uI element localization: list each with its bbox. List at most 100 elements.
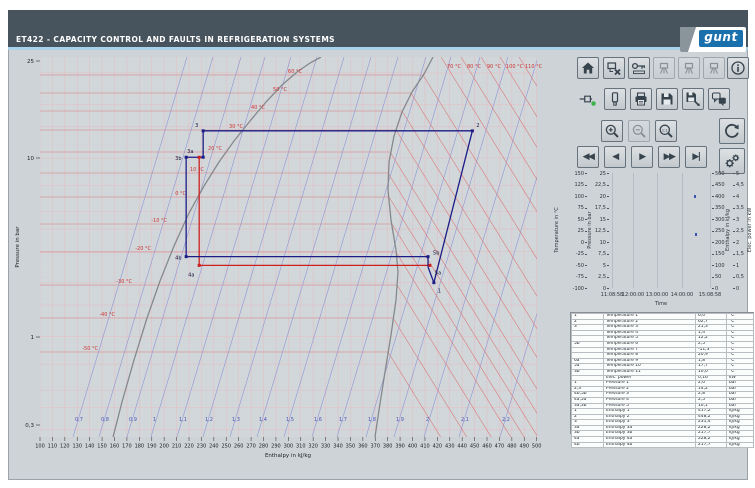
language-icon xyxy=(711,91,727,107)
pressure-tickmark xyxy=(607,219,609,220)
measurement-table-grid: 1Temperature 16,0°C2Temperature 262,7°C3… xyxy=(571,313,754,448)
isotherm-label: -40 °C xyxy=(99,312,115,318)
elec-power-tick: 0 xyxy=(736,286,755,292)
svg-text:450: 450 xyxy=(470,444,480,450)
cycle-point-marker xyxy=(202,156,205,159)
cycle-point-marker xyxy=(198,156,201,159)
svg-text:370: 370 xyxy=(370,444,380,450)
media-rewind-button[interactable]: ◀◀ xyxy=(577,146,599,168)
svg-text:440: 440 xyxy=(457,444,467,450)
pressure-tick: 25 xyxy=(582,171,606,177)
enthalpy-tickmark xyxy=(712,265,714,266)
unit-cell: kJ/kg xyxy=(727,442,754,448)
svg-text:500: 500 xyxy=(532,444,542,450)
ph-x-axis-title: Enthalpy in kJ/kg xyxy=(265,453,311,459)
cycle-point-marker xyxy=(185,255,188,258)
zoom-in-button[interactable] xyxy=(601,120,623,142)
logo-wordmark: gunt xyxy=(699,30,743,47)
cycle-point-marker xyxy=(202,129,205,132)
svg-text:160: 160 xyxy=(110,444,120,450)
info-button[interactable] xyxy=(727,57,749,79)
media-forward-icon: ▶▶ xyxy=(664,152,675,162)
pressure-tickmark xyxy=(607,185,609,186)
elec-power-tickmark xyxy=(733,254,735,255)
save-as-button[interactable] xyxy=(682,88,704,110)
enthalpy-axis-title: Enthalpy in kJ/kg xyxy=(725,175,731,285)
svg-text:490: 490 xyxy=(519,444,529,450)
svg-text:430: 430 xyxy=(445,444,455,450)
printer-button[interactable] xyxy=(630,88,652,110)
temperature-tick: 75 xyxy=(560,205,584,211)
svg-text:460: 460 xyxy=(482,444,492,450)
isotherm-label: 70 °C xyxy=(447,64,461,70)
pressure-tickmark xyxy=(607,265,609,266)
zoom-out-button xyxy=(628,120,650,142)
isotherm-label: 80 °C xyxy=(467,64,481,70)
isotherm-label: 10 °C xyxy=(190,167,204,173)
svg-text:230: 230 xyxy=(197,444,207,450)
svg-text:380: 380 xyxy=(383,444,393,450)
pressure-tick: 0 xyxy=(582,286,606,292)
isotherm-label: -10 °C xyxy=(151,218,167,224)
key-password-button[interactable] xyxy=(628,57,650,79)
isentrope-label: 0,8 xyxy=(101,417,109,423)
elec-power-tickmark xyxy=(733,185,735,186)
pressure-tick: 2,5 xyxy=(582,274,606,280)
svg-text:1:1: 1:1 xyxy=(662,127,669,132)
time-tick: 14:00:00 xyxy=(669,292,695,298)
isentrope-label: 1,2 xyxy=(205,417,213,423)
home-button[interactable] xyxy=(577,57,599,79)
media-end-button[interactable]: ▶| xyxy=(685,146,707,168)
enthalpy-tickmark xyxy=(712,277,714,278)
experiment-b-icon xyxy=(681,60,697,76)
media-play-button[interactable]: ▶ xyxy=(631,146,653,168)
enthalpy-tickmark xyxy=(712,219,714,220)
media-rewind-icon: ◀◀ xyxy=(583,152,594,162)
pressure-tickmark xyxy=(607,231,609,232)
cycle-point-marker xyxy=(427,255,430,258)
svg-text:390: 390 xyxy=(395,444,405,450)
save-as-icon xyxy=(685,91,701,107)
isentrope-label: 1,5 xyxy=(286,417,294,423)
pressure-tickmark xyxy=(607,196,609,197)
media-forward-button[interactable]: ▶▶ xyxy=(658,146,680,168)
svg-text:340: 340 xyxy=(333,444,343,450)
isotherm-label: -20 °C xyxy=(135,246,151,252)
pressure-tick: 20 xyxy=(582,194,606,200)
name-cell: Enthalpy 4b xyxy=(604,442,696,448)
usb-stick-button[interactable] xyxy=(604,88,626,110)
pressure-tick: 22,5 xyxy=(582,182,606,188)
temperature-tick: -25 xyxy=(560,251,584,257)
pressure-tick: 15 xyxy=(582,217,606,223)
save-button[interactable] xyxy=(656,88,678,110)
refresh-button[interactable] xyxy=(719,118,745,144)
enthalpy-tickmark xyxy=(712,185,714,186)
media-play-icon: ▶ xyxy=(639,152,644,162)
point-cell: 4b xyxy=(572,442,604,448)
zoom-one-to-one-button[interactable]: 1:1 xyxy=(655,120,677,142)
zoom-out-icon xyxy=(631,123,647,139)
experiment-c-icon xyxy=(706,60,722,76)
enthalpy-tickmark xyxy=(712,254,714,255)
usb-stick-icon xyxy=(607,91,623,107)
svg-text:120: 120 xyxy=(60,444,70,450)
isotherm-label: 20 °C xyxy=(208,146,222,152)
time-tick: 13:00:00 xyxy=(644,292,670,298)
measurement-table: 1Temperature 16,0°C2Temperature 262,7°C3… xyxy=(570,312,754,434)
language-button[interactable] xyxy=(708,88,730,110)
enthalpy-tickmark xyxy=(712,288,714,289)
settings-gears-icon xyxy=(723,152,741,170)
temperature-axis-title: Temperature in °C xyxy=(554,175,560,285)
isotherm-label: 50 °C xyxy=(273,87,287,93)
process-schematic-button[interactable] xyxy=(603,57,625,79)
time-gridline xyxy=(633,173,634,288)
time-axis-title: Time xyxy=(634,301,688,307)
usb-plug-connected-indicator xyxy=(575,88,599,110)
elec-power-tickmark xyxy=(733,173,735,174)
experiment-a-button xyxy=(653,57,675,79)
cycle-point-marker xyxy=(185,156,188,159)
temperature-tick: 100 xyxy=(560,194,584,200)
gunt-logo: gunt xyxy=(680,27,746,52)
save-icon xyxy=(659,91,675,107)
media-back-button[interactable]: ◀ xyxy=(604,146,626,168)
